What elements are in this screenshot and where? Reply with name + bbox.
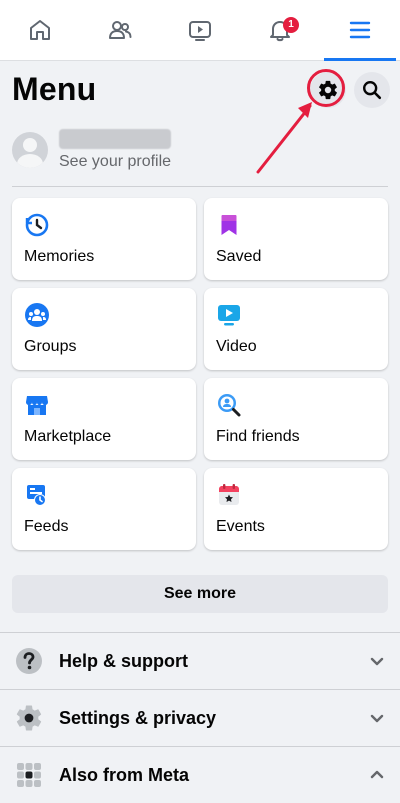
tab-video[interactable] <box>160 0 240 60</box>
notification-badge: 1 <box>283 17 299 33</box>
groups-icon <box>25 303 49 327</box>
section-help-support[interactable]: Help & support <box>0 632 400 689</box>
events-icon <box>219 484 239 505</box>
section-settings-privacy[interactable]: Settings & privacy <box>0 689 400 746</box>
tab-notifications[interactable]: 1 <box>240 0 320 60</box>
saved-icon <box>221 215 237 235</box>
shortcuts-grid: Memories Saved Groups Video Marketplace … <box>12 198 388 550</box>
shortcut-groups[interactable]: Groups <box>12 288 196 370</box>
shortcut-label: Groups <box>24 338 77 355</box>
memories-icon <box>25 213 49 237</box>
shortcut-find-friends[interactable]: Find friends <box>204 378 388 460</box>
shortcut-label: Feeds <box>24 518 69 535</box>
friends-icon <box>109 21 132 39</box>
chevron-down-icon <box>370 714 384 723</box>
section-label: Help & support <box>59 650 188 671</box>
gear-icon <box>319 80 337 100</box>
shortcut-label: Saved <box>216 248 262 265</box>
shortcut-feeds[interactable]: Feeds <box>12 468 196 550</box>
chevron-down-icon <box>370 657 384 666</box>
shortcut-label: Marketplace <box>24 428 112 445</box>
page-title: Menu <box>12 71 97 107</box>
avatar[interactable] <box>12 132 48 168</box>
shortcut-label: Video <box>216 338 257 355</box>
shortcut-events[interactable]: Events <box>204 468 388 550</box>
marketplace-icon <box>26 396 48 415</box>
tab-menu[interactable] <box>320 0 400 61</box>
shortcut-saved[interactable]: Saved <box>204 198 388 280</box>
shortcut-memories[interactable]: Memories <box>12 198 196 280</box>
shortcut-label: Memories <box>24 248 95 265</box>
home-icon <box>30 20 50 40</box>
see-profile-link[interactable]: See your profile <box>59 153 171 171</box>
top-nav-bar: 1 <box>0 0 400 61</box>
chevron-up-icon <box>370 770 384 779</box>
video-icon <box>218 305 240 326</box>
shortcut-label: Find friends <box>216 428 300 445</box>
tab-home[interactable] <box>0 0 80 60</box>
shortcut-video[interactable]: Video <box>204 288 388 370</box>
profile-name-redacted <box>59 129 171 149</box>
video-icon <box>189 21 211 41</box>
settings-icon <box>16 705 42 731</box>
settings-button[interactable] <box>310 72 346 108</box>
see-more-button[interactable]: See more <box>12 575 388 613</box>
section-label: Settings & privacy <box>59 707 217 728</box>
search-icon <box>363 81 382 100</box>
shortcut-marketplace[interactable]: Marketplace <box>12 378 196 460</box>
section-label: Also from Meta <box>59 764 190 785</box>
shortcut-label: Events <box>216 518 265 535</box>
help-icon <box>16 648 42 674</box>
apps-grid-icon <box>17 763 41 787</box>
section-also-from-meta[interactable]: Also from Meta <box>0 746 400 803</box>
menu-icon <box>349 21 371 39</box>
divider <box>12 186 388 187</box>
find-friends-icon <box>218 394 241 417</box>
tab-friends[interactable] <box>80 0 160 60</box>
search-button[interactable] <box>354 72 390 108</box>
profile-row[interactable]: See your profile <box>12 124 388 176</box>
feeds-icon <box>27 485 46 506</box>
